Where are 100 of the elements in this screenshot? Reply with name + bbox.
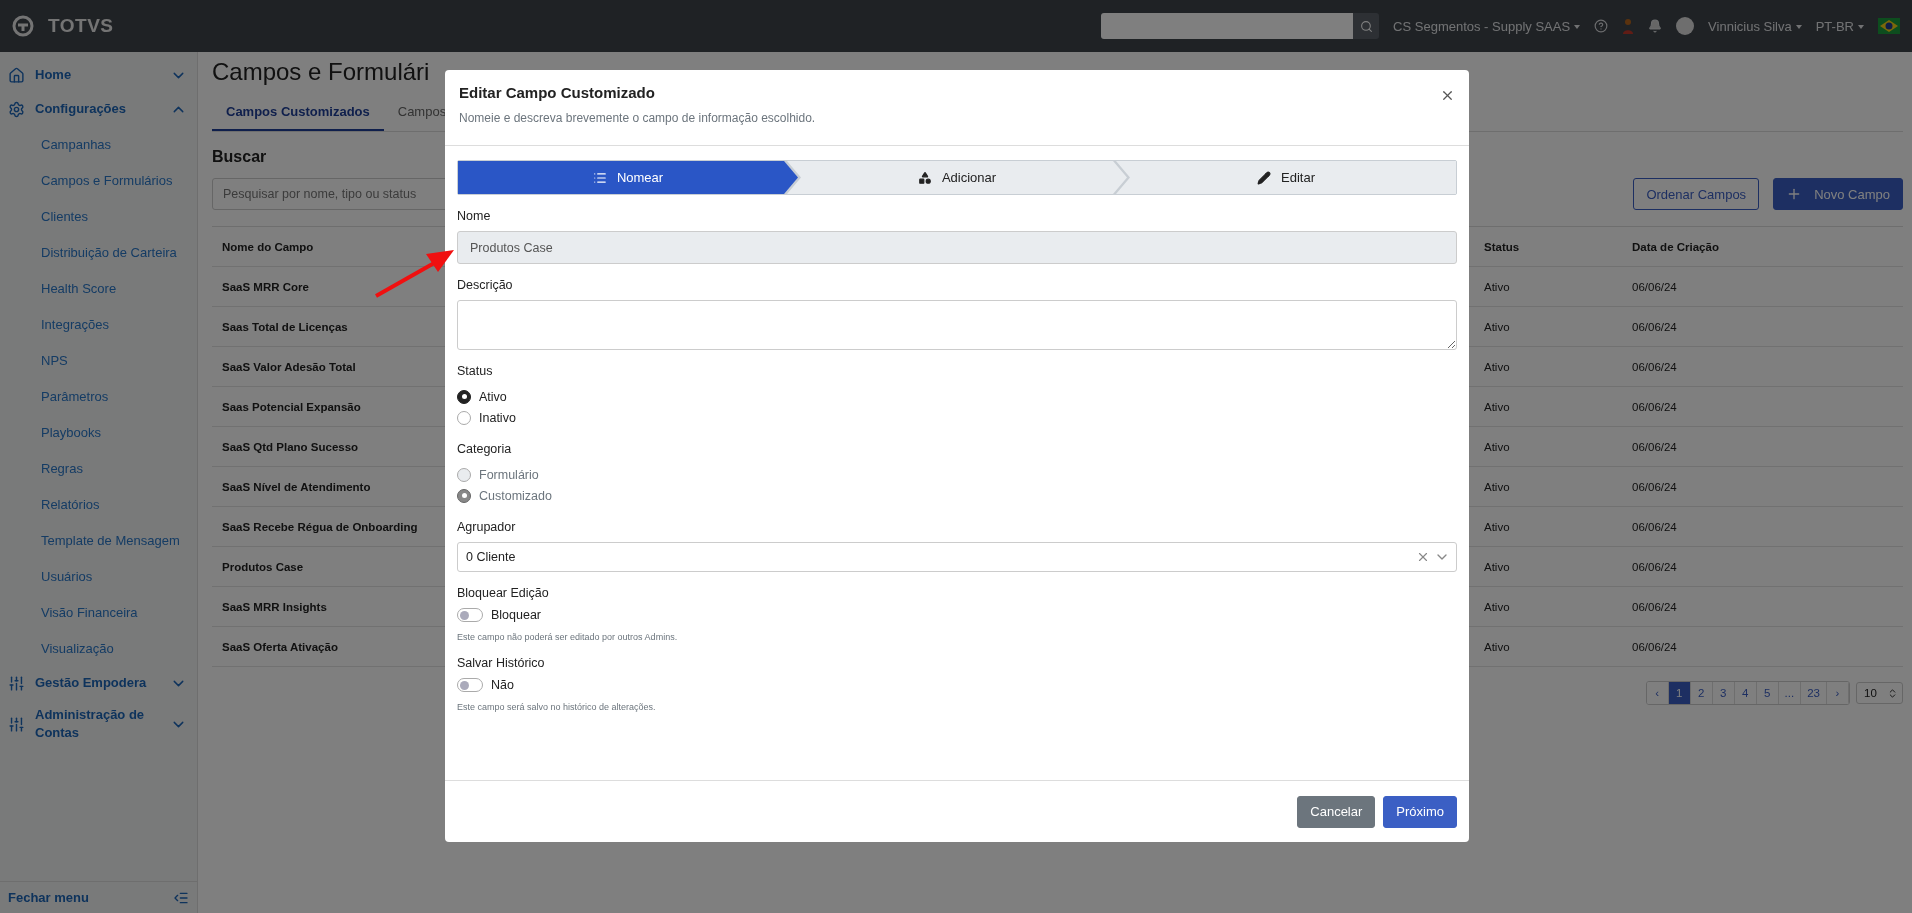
table-cell: Ativo [1484, 560, 1510, 573]
toggle-switch[interactable] [457, 678, 483, 692]
table-cell: Ativo [1484, 320, 1510, 333]
table-cell: Ativo [1484, 280, 1510, 293]
clear-icon[interactable] [1416, 550, 1430, 564]
search-field[interactable] [1101, 13, 1354, 39]
tab[interactable]: Campos Customizados [212, 94, 384, 131]
table-cell: 06/06/24 [1632, 400, 1677, 413]
search-icon [1359, 19, 1373, 33]
radio-button[interactable] [457, 389, 471, 404]
modal-title: Editar Campo Customizado [459, 84, 655, 101]
table-cell: Ativo [1484, 400, 1510, 413]
table-cell: Ativo [1484, 440, 1510, 453]
bell-icon[interactable] [1648, 19, 1663, 33]
column-header: Nome do Campo [222, 240, 314, 253]
section-heading: Buscar [212, 148, 268, 166]
field-label: Nome [457, 209, 492, 223]
wizard-step[interactable]: Adicionar [787, 161, 1127, 194]
table-cell: Ativo [1484, 600, 1510, 613]
logo-icon [12, 15, 34, 37]
cancel-button[interactable]: Cancelar [1297, 795, 1376, 828]
step-label: Nomear [616, 170, 664, 185]
sidebar-section[interactable]: Gestão Empodera [0, 666, 197, 700]
sidebar-item[interactable]: Visualização [0, 630, 197, 666]
column-header: Status [1484, 240, 1520, 253]
section-label: Home [35, 66, 73, 84]
search-button[interactable] [1353, 13, 1380, 39]
radio-button[interactable] [457, 410, 471, 425]
sidebar-item[interactable]: Usuários [0, 558, 197, 594]
radio-option[interactable]: Ativo [457, 386, 1457, 407]
sidebar-section[interactable]: Home [0, 58, 197, 92]
sidebar-item[interactable]: Integrações [0, 306, 197, 342]
table-cell: 06/06/24 [1632, 480, 1677, 493]
table-cell: SaaS MRR Insights [222, 600, 327, 613]
table-cell: 06/06/24 [1632, 360, 1677, 373]
sidebar-item[interactable]: Visão Financeira [0, 594, 197, 630]
sidebar-item[interactable]: Relatórios [0, 486, 197, 522]
section-label: Administração de Contas [35, 706, 146, 742]
field-label: Status [457, 364, 494, 378]
wizard-step[interactable]: Editar [1116, 161, 1456, 194]
sidebar-item[interactable]: Clientes [0, 198, 197, 234]
table-cell: SaaS Valor Adesão Total [222, 360, 356, 373]
sidebar-item[interactable]: Template de Mensagem [0, 522, 197, 558]
table-cell: SaaS Nível de Atendimento [222, 480, 371, 493]
table-cell: SaaS MRR Core [222, 280, 309, 293]
sidebar-item[interactable]: Playbooks [0, 414, 197, 450]
table-cell: 06/06/24 [1632, 560, 1677, 573]
close-menu-link[interactable]: Fechar menu [8, 890, 89, 905]
field-label: Salvar Histórico [457, 656, 546, 670]
flag-icon[interactable] [1878, 18, 1900, 34]
sidebar-item[interactable]: Regras [0, 450, 197, 486]
table-cell: 06/06/24 [1632, 320, 1677, 333]
section-label: Gestão Empodera [35, 674, 148, 692]
table-cell: 06/06/24 [1632, 600, 1677, 613]
table-cell: Ativo [1484, 640, 1510, 653]
wizard-step[interactable]: Nomear [458, 161, 798, 194]
language-menu[interactable]: PT-BR [1815, 18, 1864, 34]
toggle-switch[interactable] [457, 608, 483, 622]
page-button[interactable]: 1 [1668, 682, 1691, 704]
select-field[interactable]: 0 Cliente [457, 542, 1457, 572]
sidebar-item[interactable]: Distribuição de Carteira [0, 234, 197, 270]
page-title: Campos e Formulári [212, 58, 430, 87]
table-cell: Produtos Case [222, 560, 304, 573]
previous-page-button[interactable]: ‹ [1646, 682, 1669, 704]
sidebar-section[interactable]: Administração de Contas [0, 700, 197, 748]
step-label: Editar [1281, 170, 1315, 185]
sidebar-item[interactable]: Campanhas [0, 126, 197, 162]
table-cell: Ativo [1484, 360, 1510, 373]
new-field-button[interactable]: Novo Campo [1773, 178, 1903, 210]
next-button[interactable]: Próximo [1383, 795, 1457, 828]
table-cell: Saas Total de Licenças [222, 320, 348, 333]
table-cell: SaaS Recebe Régua de Onboarding [222, 520, 418, 533]
toggle-label: Bloquear [491, 608, 542, 622]
sidebar-item[interactable]: Parâmetros [0, 378, 197, 414]
help-text: Este campo não poderá ser editado por outros Admins. [457, 632, 679, 642]
close-button[interactable] [1440, 88, 1455, 103]
page-size-select[interactable]: 10 [1856, 682, 1903, 704]
field-label: Descrição [457, 278, 514, 292]
step-label: Adicionar [941, 170, 997, 185]
sort-arrows-icon [1887, 687, 1898, 699]
user-menu[interactable]: Vinnicius Silva [1708, 18, 1802, 34]
sidebar-item[interactable]: Health Score [0, 270, 197, 306]
description-field[interactable] [457, 300, 1457, 350]
column-header: Data de Criação [1632, 240, 1719, 253]
section-label: Configurações [35, 100, 127, 118]
help-icon[interactable] [1594, 19, 1609, 33]
sidebar-section[interactable]: Configurações [0, 92, 197, 126]
sort-fields-button[interactable]: Ordenar Campos [1633, 178, 1760, 210]
radio-option[interactable]: Inativo [457, 407, 1457, 428]
logo-text: TOTVS [48, 15, 114, 37]
user-avatar[interactable] [1676, 17, 1695, 35]
table-cell: Saas Potencial Expansão [222, 400, 361, 413]
table-cell: 06/06/24 [1632, 280, 1677, 293]
help-text: Este campo será salvo no histórico de alterações. [457, 702, 657, 712]
sidebar-item[interactable]: Campos e Formulários [0, 162, 197, 198]
sidebar-item[interactable]: NPS [0, 342, 197, 378]
table-cell: Ativo [1484, 520, 1510, 533]
table-cell: 06/06/24 [1632, 440, 1677, 453]
sliders-icon [8, 715, 25, 733]
workspace-menu[interactable]: CS Segmentos - Supply SAAS [1393, 18, 1581, 34]
